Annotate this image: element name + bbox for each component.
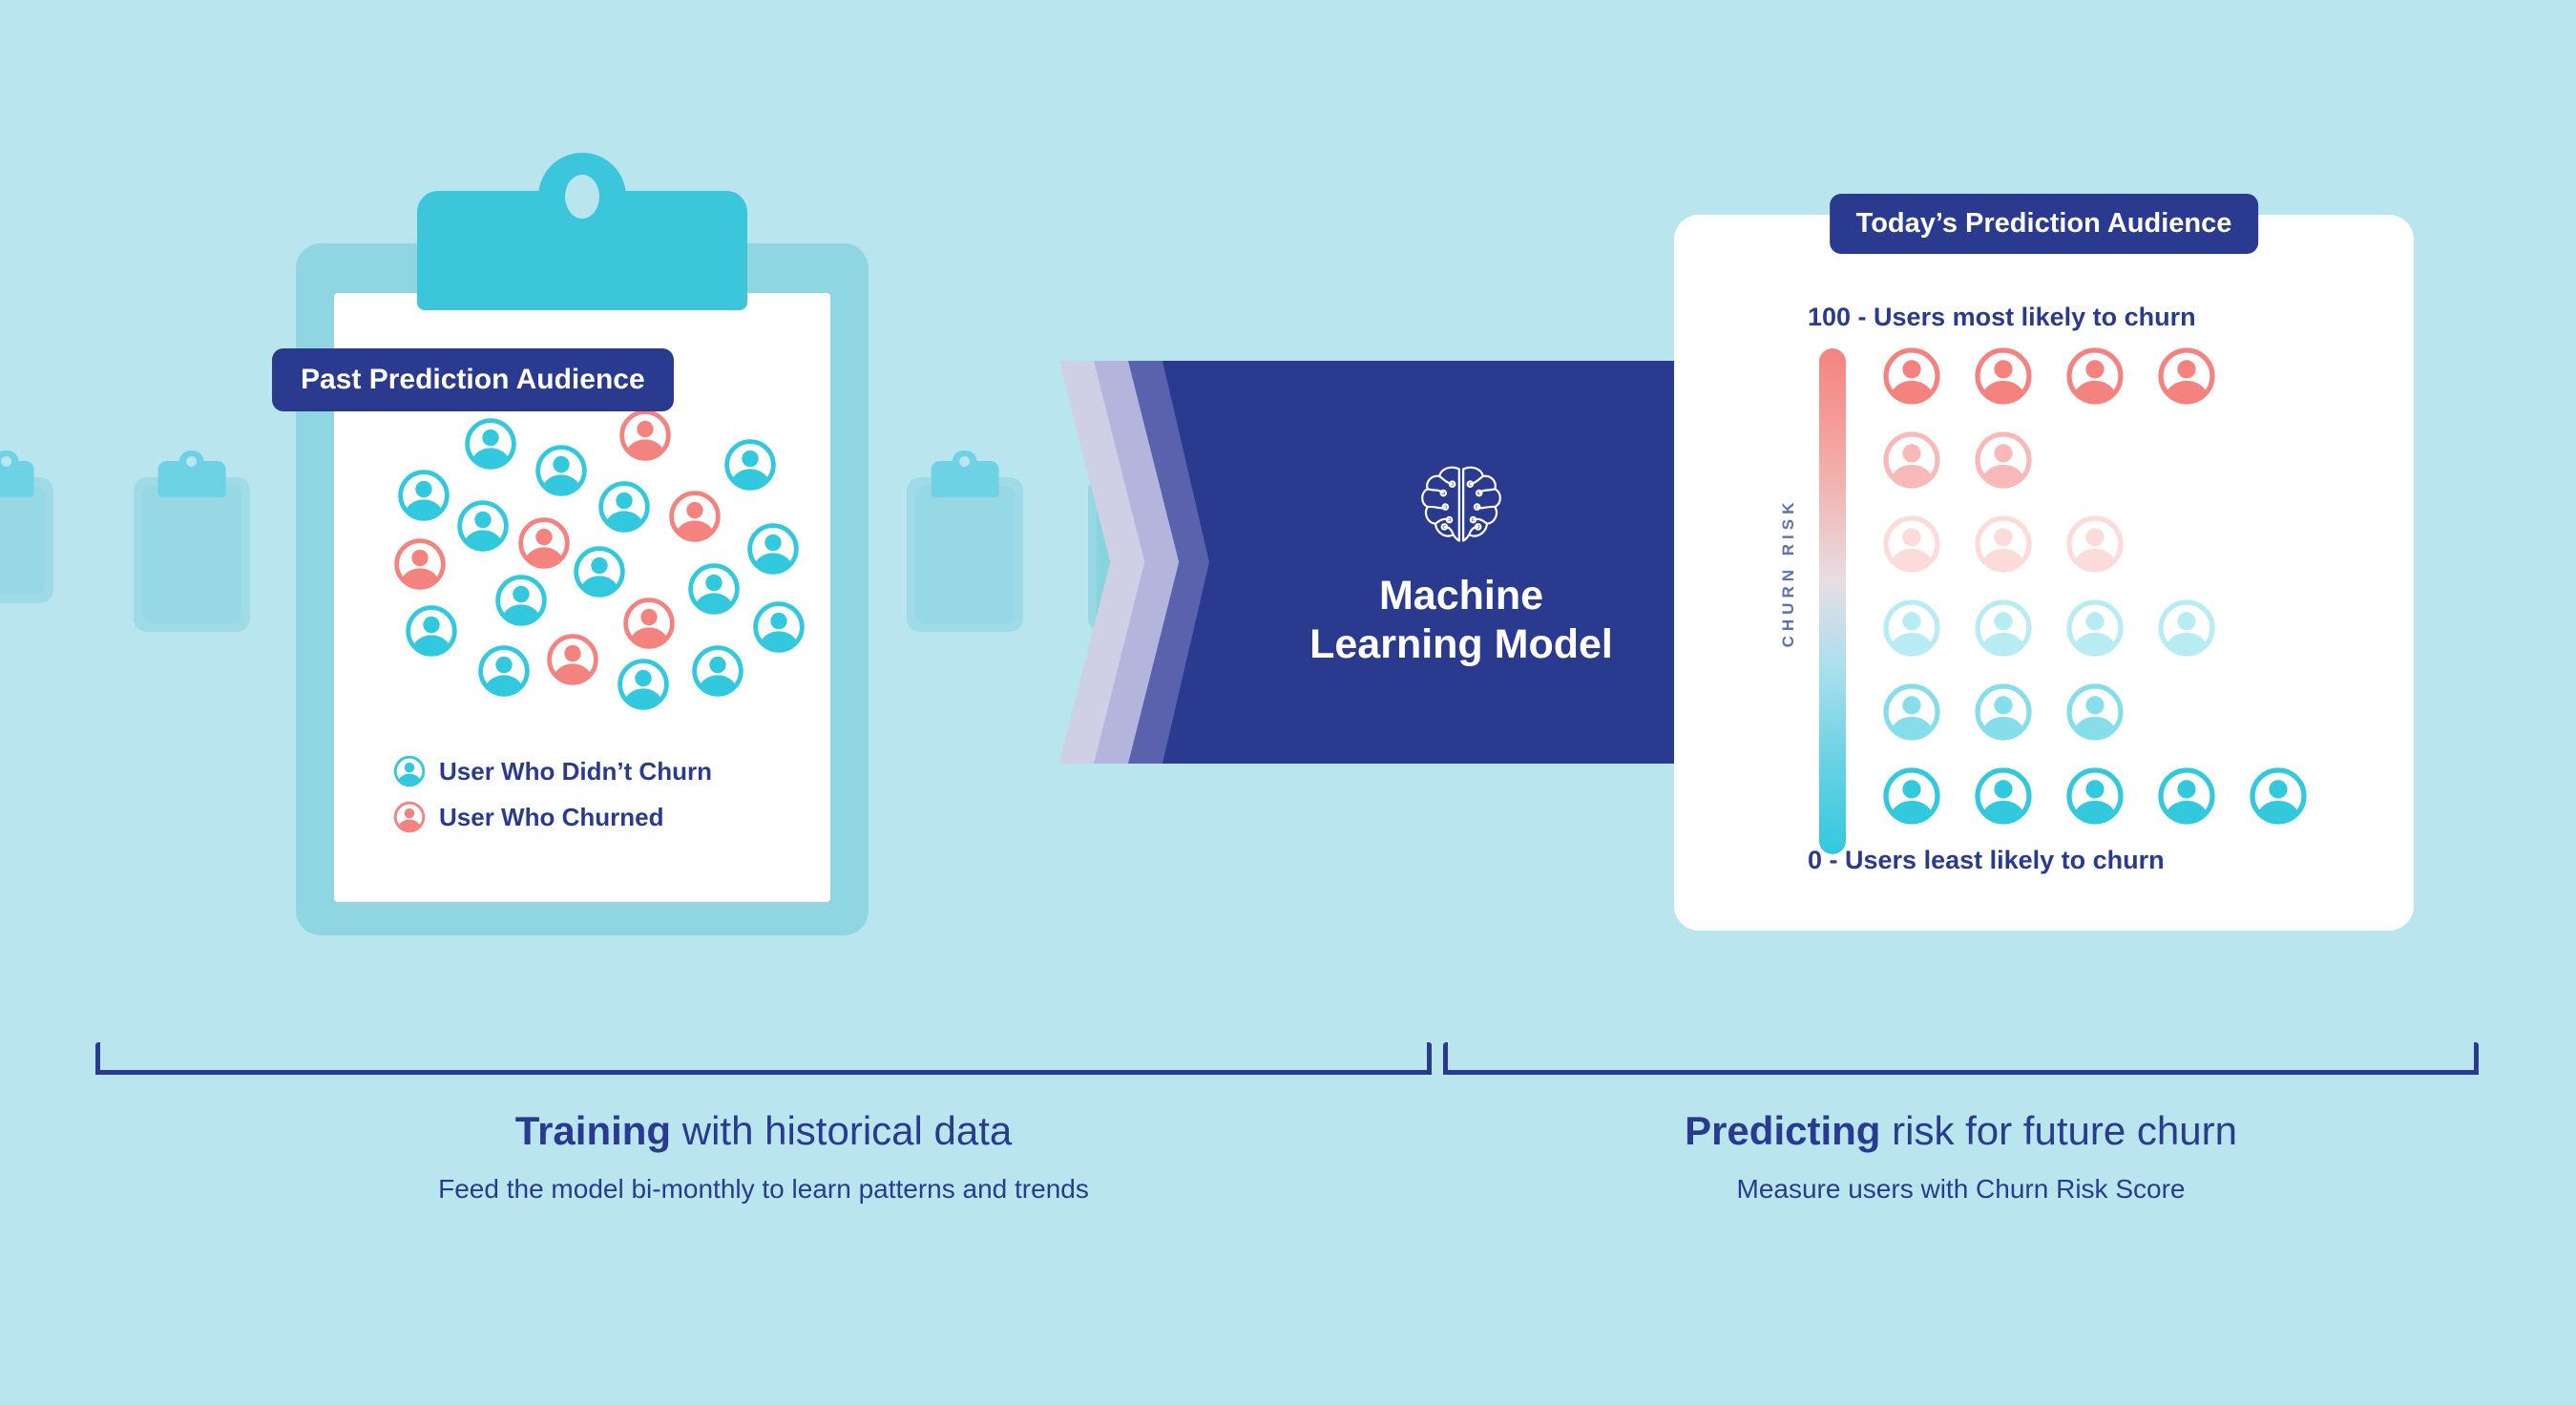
past-audience-clipboard: User Who Didn’t Churn User Who Churned P…	[272, 153, 869, 935]
prediction-avatar	[1882, 598, 1941, 658]
scatter-avatar-retained	[597, 480, 651, 534]
prediction-avatar	[2065, 766, 2125, 826]
clipboard-clip-hole	[565, 175, 599, 219]
background-clipboard-icon	[134, 461, 250, 632]
scatter-avatar-retained	[456, 499, 510, 553]
prediction-row-low-risk	[1882, 682, 2340, 742]
prediction-row-very-low-risk	[1882, 766, 2340, 826]
bracket-training	[95, 1042, 1432, 1075]
predicting-caption-title-bold: Predicting	[1685, 1108, 1881, 1153]
prediction-avatar-grid	[1882, 346, 2340, 850]
scatter-avatar-retained	[534, 444, 588, 497]
prediction-avatar	[2249, 766, 2308, 826]
training-caption-title-bold: Training	[514, 1108, 672, 1153]
prediction-avatar	[2157, 346, 2216, 406]
background-clipboard-icon	[907, 461, 1023, 632]
training-caption-subtitle: Feed the model bi-monthly to learn patte…	[438, 1174, 1089, 1205]
bracket-line	[95, 1070, 1432, 1075]
bracket-line	[1443, 1070, 2479, 1075]
prediction-avatar	[2065, 346, 2125, 406]
prediction-avatar	[1882, 682, 1941, 742]
prediction-avatar	[2065, 598, 2125, 658]
scatter-avatar-retained	[752, 600, 806, 654]
scatter-avatar-churned	[622, 597, 676, 650]
prediction-avatar	[1974, 766, 2033, 826]
prediction-avatar	[1974, 514, 2033, 574]
machine-learning-model-block: Machine Learning Model	[1162, 361, 1747, 764]
prediction-avatar	[1974, 598, 2033, 658]
past-audience-scatter	[372, 388, 805, 751]
training-caption: Training with historical data Feed the m…	[95, 1107, 1432, 1205]
prediction-avatar	[1974, 682, 2033, 742]
prediction-avatar	[1882, 430, 1941, 490]
scale-bottom-label: 0 - Users least likely to churn	[1808, 846, 2165, 874]
prediction-avatar	[2065, 514, 2125, 574]
prediction-avatar	[1974, 430, 2033, 490]
past-prediction-audience-badge: Past Prediction Audience	[272, 348, 674, 411]
prediction-avatar	[2157, 598, 2216, 658]
scatter-avatar-retained	[687, 562, 741, 616]
scatter-avatar-retained	[723, 438, 777, 492]
background-clipboard-icon	[0, 461, 53, 603]
training-caption-title: Training with historical data	[95, 1107, 1432, 1155]
scatter-avatar-retained	[691, 644, 744, 698]
scatter-avatar-churned	[546, 633, 599, 686]
scatter-avatar-retained	[746, 522, 800, 576]
legend-label-no-churn: User Who Didn’t Churn	[439, 756, 712, 786]
machine-learning-arrow: Machine Learning Model	[1059, 361, 1747, 764]
prediction-row-high-risk	[1882, 430, 2340, 490]
scatter-avatar-retained	[405, 604, 458, 658]
scatter-avatar-churned	[517, 516, 571, 570]
prediction-avatar	[1882, 766, 1941, 826]
scatter-avatar-retained	[464, 417, 517, 471]
scatter-avatar-churned	[668, 490, 722, 543]
churn-risk-axis-label: CHURN RISK	[1779, 497, 1797, 648]
prediction-avatar	[1974, 346, 2033, 406]
prediction-avatar	[2065, 682, 2125, 742]
diagram-canvas: User Who Didn’t Churn User Who Churned P…	[0, 0, 2576, 1405]
training-caption-title-rest: with historical data	[671, 1108, 1013, 1153]
legend-item-no-churn: User Who Didn’t Churn	[393, 755, 712, 787]
scale-top-label: 100 - Users most likely to churn	[1808, 303, 2196, 331]
legend-item-churned: User Who Churned	[393, 801, 712, 833]
churn-risk-gradient-bar	[1819, 348, 1846, 854]
scatter-avatar-churned	[393, 537, 447, 591]
ml-label-line2: Learning Model	[1309, 621, 1613, 667]
user-avatar-teal-icon	[393, 755, 426, 787]
bracket-tick-right	[1427, 1042, 1432, 1075]
scatter-avatar-churned	[618, 409, 672, 462]
legend-label-churned: User Who Churned	[439, 802, 664, 831]
machine-learning-model-label: Machine Learning Model	[1309, 572, 1613, 668]
scatter-avatar-retained	[477, 644, 531, 698]
ml-label-line1: Machine	[1378, 573, 1544, 619]
brain-icon	[1421, 466, 1501, 542]
predicting-caption-subtitle: Measure users with Churn Risk Score	[1736, 1174, 2186, 1205]
scatter-avatar-retained	[494, 574, 548, 627]
bracket-predicting	[1443, 1042, 2479, 1075]
scatter-avatar-retained	[397, 469, 450, 522]
prediction-avatar	[1882, 514, 1941, 574]
predicting-caption-title: Predicting risk for future churn	[1443, 1107, 2479, 1155]
prediction-avatar	[1882, 346, 1941, 406]
prediction-row-very-high-risk	[1882, 346, 2340, 406]
user-avatar-red-icon	[393, 801, 426, 833]
predicting-caption: Predicting risk for future churn Measure…	[1443, 1107, 2479, 1205]
bracket-tick-right	[2474, 1042, 2479, 1075]
scatter-avatar-retained	[617, 658, 670, 711]
legend: User Who Didn’t Churn User Who Churned	[393, 755, 712, 847]
prediction-row-moderate-high-risk	[1882, 514, 2340, 574]
prediction-row-moderate-low-risk	[1882, 598, 2340, 658]
scatter-avatar-retained	[573, 545, 626, 598]
prediction-avatar	[2157, 766, 2216, 826]
todays-prediction-card: Today’s Prediction Audience 100 - Users …	[1674, 194, 2414, 931]
todays-prediction-audience-badge: Today’s Prediction Audience	[1829, 194, 2259, 254]
predicting-caption-title-rest: risk for future churn	[1880, 1108, 2237, 1153]
